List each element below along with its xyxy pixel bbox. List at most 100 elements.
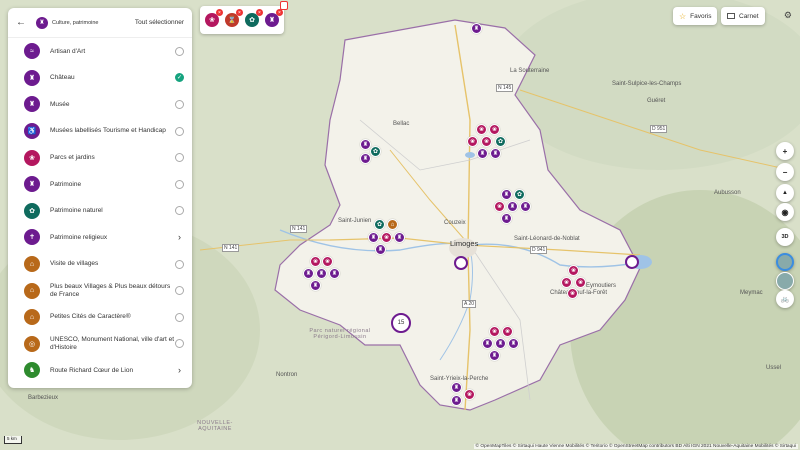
- garden-marker[interactable]: ❀: [502, 326, 513, 337]
- select-all-button[interactable]: Tout sélectionner: [135, 19, 184, 26]
- radio-button[interactable]: [175, 179, 184, 189]
- category-row[interactable]: ♿ Musées labellisés Tourisme et Handicap: [8, 118, 192, 145]
- zoom-out-button[interactable]: −: [776, 163, 794, 181]
- category-row[interactable]: ✿ Patrimoine naturel: [8, 198, 192, 225]
- close-icon[interactable]: ×: [216, 9, 223, 16]
- garden-marker[interactable]: ❀: [494, 201, 505, 212]
- radio-button[interactable]: [175, 46, 184, 56]
- nature-marker[interactable]: ✿: [514, 189, 525, 200]
- castle-marker[interactable]: ♜: [507, 201, 518, 212]
- castle-marker[interactable]: ♜: [490, 148, 501, 159]
- close-icon[interactable]: ×: [236, 9, 243, 16]
- village-icon: ⌂: [24, 256, 40, 273]
- checked-radio[interactable]: ✓: [175, 73, 184, 83]
- filter-chip[interactable]: ❀ ×: [205, 9, 223, 27]
- garden-marker[interactable]: ❀: [464, 389, 475, 400]
- close-icon[interactable]: ×: [256, 9, 263, 16]
- garden-marker[interactable]: ❀: [489, 326, 500, 337]
- garden-marker[interactable]: ❀: [568, 265, 579, 276]
- chevron-right-icon[interactable]: ›: [175, 232, 184, 242]
- view-button[interactable]: ◉: [776, 203, 794, 221]
- favorites-button[interactable]: ☆ Favoris: [673, 7, 718, 25]
- place-label: Couzeix: [444, 220, 466, 226]
- castle-marker[interactable]: ♜: [501, 213, 512, 224]
- back-arrow-icon[interactable]: ←: [16, 17, 32, 28]
- radio-button[interactable]: [175, 259, 184, 269]
- castle-marker[interactable]: ♜: [501, 189, 512, 200]
- location-ring[interactable]: [625, 255, 639, 269]
- castle-marker[interactable]: ♜: [477, 148, 488, 159]
- north-arrow-button[interactable]: ▲: [776, 184, 794, 202]
- category-row[interactable]: ≈ Artisan d'Art: [8, 38, 192, 65]
- filter-chip[interactable]: ⌛ ×: [225, 9, 243, 27]
- radio-button[interactable]: [175, 286, 184, 296]
- chevron-right-icon[interactable]: ›: [175, 365, 184, 375]
- category-row[interactable]: ✝ Patrimoine religieux ›: [8, 224, 192, 251]
- category-row[interactable]: ♜ Musée: [8, 91, 192, 118]
- gear-icon[interactable]: ⚙: [784, 10, 792, 21]
- category-row[interactable]: ♞ Route Richard Cœur de Lion ›: [8, 357, 192, 384]
- category-row[interactable]: ❀ Parcs et jardins: [8, 144, 192, 171]
- radio-button[interactable]: [175, 126, 184, 136]
- category-row[interactable]: ⌂ Plus beaux Villages & Plus beaux détour…: [8, 277, 192, 304]
- garden-marker[interactable]: ❀: [467, 136, 478, 147]
- close-icon[interactable]: ×: [276, 9, 283, 16]
- castle-marker[interactable]: ♜: [451, 382, 462, 393]
- garden-marker[interactable]: ❀: [381, 232, 392, 243]
- castle-marker[interactable]: ♜: [394, 232, 405, 243]
- garden-marker[interactable]: ❀: [567, 288, 578, 299]
- filter-chip[interactable]: ✿ ×: [245, 9, 263, 27]
- garden-marker[interactable]: ❀: [476, 124, 487, 135]
- castle-marker[interactable]: ♜: [360, 139, 371, 150]
- castle-marker[interactable]: ♜: [482, 338, 493, 349]
- category-row[interactable]: ♜ Patrimoine: [8, 171, 192, 198]
- castle-marker[interactable]: ♜: [508, 338, 519, 349]
- castle-marker[interactable]: ♜: [368, 232, 379, 243]
- castle-marker[interactable]: ♜: [489, 350, 500, 361]
- castle-marker[interactable]: ♜: [495, 338, 506, 349]
- castle-marker[interactable]: ♜: [451, 395, 462, 406]
- castle-marker[interactable]: ♜: [316, 268, 327, 279]
- radio-button[interactable]: [175, 339, 184, 349]
- garden-marker[interactable]: ❀: [322, 256, 333, 267]
- selected-filters: ❀ × ⌛ × ✿ × ♜ ×: [200, 6, 284, 34]
- bike-button[interactable]: 🚲: [776, 290, 794, 308]
- garden-marker[interactable]: ❀: [575, 277, 586, 288]
- location-ring[interactable]: [454, 256, 468, 270]
- category-row[interactable]: ◎ UNESCO, Monument National, ville d'art …: [8, 331, 192, 358]
- garden-marker[interactable]: ❀: [489, 124, 500, 135]
- garden-marker[interactable]: ❀: [481, 136, 492, 147]
- castle-marker[interactable]: ♜: [520, 201, 531, 212]
- category-label: Patrimoine religieux: [50, 233, 108, 241]
- place-label: Saint-Sulpice-les-Champs: [612, 81, 682, 87]
- garden-marker[interactable]: ❀: [310, 256, 321, 267]
- category-row[interactable]: ⌂ Visite de villages: [8, 251, 192, 278]
- 3d-button[interactable]: 3D: [776, 228, 794, 246]
- radio-button[interactable]: [175, 153, 184, 163]
- satellite-thumbnail[interactable]: [776, 272, 794, 290]
- category-row[interactable]: ⌂ Petites Cités de Caractère®: [8, 304, 192, 331]
- nature-marker[interactable]: ✿: [495, 136, 506, 147]
- map-style-thumbnail[interactable]: [776, 253, 794, 271]
- category-row[interactable]: ♜ Château ✓: [8, 65, 192, 92]
- radio-button[interactable]: [175, 206, 184, 216]
- castle-marker[interactable]: ♜: [303, 268, 314, 279]
- castle-marker[interactable]: ♜: [329, 268, 340, 279]
- castle-marker[interactable]: ♜: [375, 244, 386, 255]
- trash-icon[interactable]: [280, 1, 288, 10]
- radio-button[interactable]: [175, 99, 184, 109]
- radio-button[interactable]: [175, 312, 184, 322]
- nature-marker[interactable]: ✿: [374, 219, 385, 230]
- filter-chip[interactable]: ♜ ×: [265, 9, 283, 27]
- castle-marker[interactable]: ♜: [360, 153, 371, 164]
- heritage-icon: ♜: [24, 176, 40, 193]
- village-marker[interactable]: ⌂: [387, 219, 398, 230]
- garden-marker[interactable]: ❀: [561, 277, 572, 288]
- castle-marker[interactable]: ♜: [471, 23, 482, 34]
- castle-marker[interactable]: ♜: [310, 280, 321, 291]
- category-list: ≈ Artisan d'Art ♜ Château ✓ ♜ Musée ♿ Musées lab…: [8, 38, 192, 384]
- zoom-in-button[interactable]: +: [776, 142, 794, 160]
- notebook-button[interactable]: Carnet: [721, 7, 765, 25]
- marker-cluster[interactable]: 15: [391, 313, 411, 333]
- nature-marker[interactable]: ✿: [370, 146, 381, 157]
